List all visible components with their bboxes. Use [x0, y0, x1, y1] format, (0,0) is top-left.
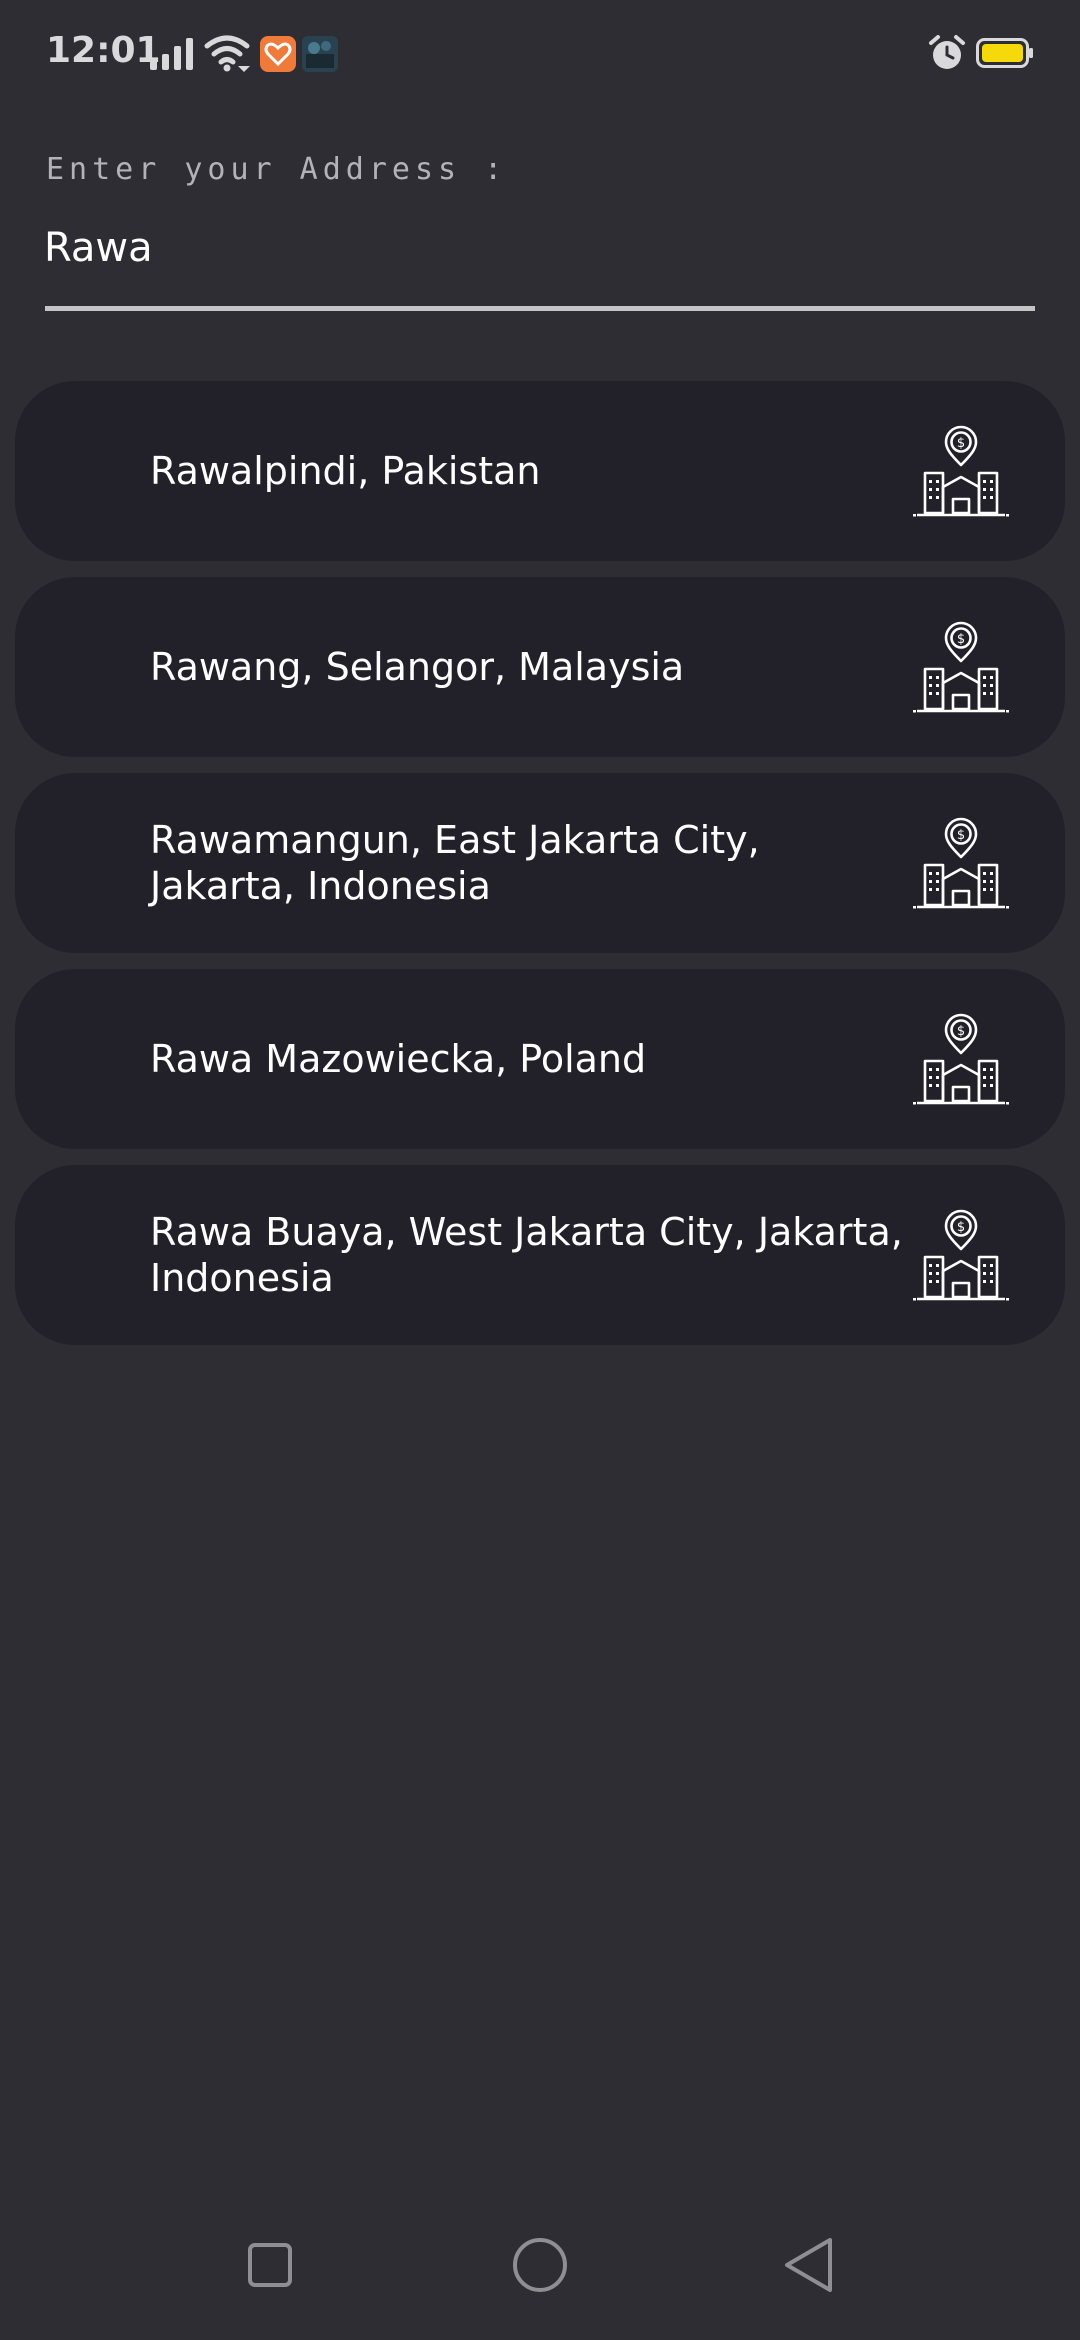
- suggestion-label: Rawang, Selangor, Malaysia: [150, 645, 685, 689]
- notification-app-icon: [260, 36, 296, 72]
- status-bar: 12:01: [0, 0, 1080, 110]
- heart-icon: [264, 42, 292, 67]
- svg-text:$: $: [957, 1220, 965, 1235]
- alarm-icon: [929, 35, 965, 69]
- notification-thumbnail-icon: [302, 36, 338, 72]
- signal-icon: [150, 38, 193, 70]
- location-building-icon: $: [913, 1209, 1009, 1301]
- address-input[interactable]: [44, 212, 1034, 284]
- home-button[interactable]: [505, 2230, 575, 2300]
- suggestion-item[interactable]: Rawalpindi, Pakistan $: [15, 381, 1065, 561]
- location-building-icon: $: [913, 1013, 1009, 1105]
- suggestion-item[interactable]: Rawang, Selangor, Malaysia $: [15, 577, 1065, 757]
- address-label: Enter your Address :: [46, 152, 508, 187]
- address-suggestions-list: Rawalpindi, Pakistan $ Rawang, Selangor,…: [15, 381, 1065, 1361]
- suggestion-label: Rawalpindi, Pakistan: [150, 449, 541, 493]
- recents-button[interactable]: [235, 2230, 305, 2300]
- address-input-underline: [45, 306, 1035, 311]
- back-button[interactable]: [775, 2230, 845, 2300]
- svg-text:$: $: [957, 828, 965, 843]
- location-building-icon: $: [913, 817, 1009, 909]
- suggestion-item[interactable]: Rawamangun, East Jakarta City, Jakarta, …: [15, 773, 1065, 953]
- wifi-icon: [204, 35, 250, 72]
- suggestion-item[interactable]: Rawa Mazowiecka, Poland $: [15, 969, 1065, 1149]
- svg-text:$: $: [957, 632, 965, 647]
- suggestion-label: Rawa Mazowiecka, Poland: [150, 1037, 647, 1081]
- suggestion-label: Rawamangun, East Jakarta City, Jakarta, …: [150, 818, 760, 908]
- suggestion-item[interactable]: Rawa Buaya, West Jakarta City, Jakarta, …: [15, 1165, 1065, 1345]
- status-time: 12:01: [46, 30, 161, 71]
- system-navigation-bar: [0, 2200, 1080, 2340]
- location-building-icon: $: [913, 425, 1009, 517]
- suggestion-label: Rawa Buaya, West Jakarta City, Jakarta, …: [150, 1210, 903, 1300]
- svg-text:$: $: [957, 436, 965, 451]
- svg-text:$: $: [957, 1024, 965, 1039]
- location-building-icon: $: [913, 621, 1009, 713]
- battery-icon: [976, 38, 1033, 68]
